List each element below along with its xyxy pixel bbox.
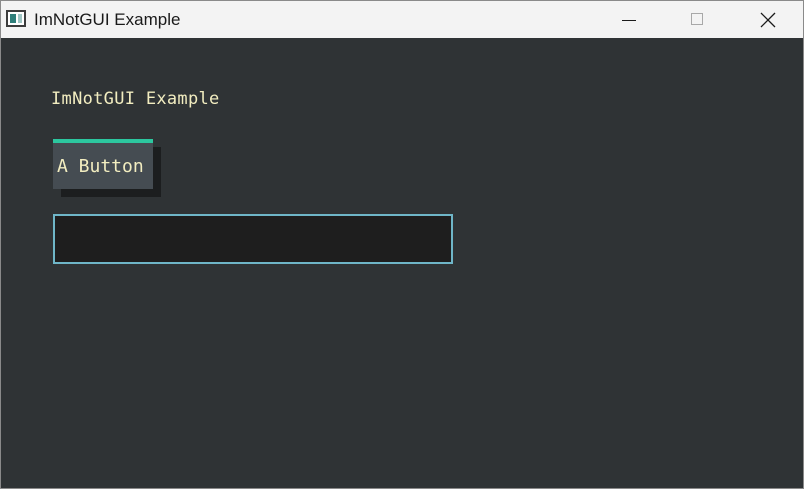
app-window-icon [6, 10, 26, 27]
main-content: ImNotGUI Example A Button [1, 38, 803, 488]
close-icon [760, 12, 776, 28]
app-window: ImNotGUI Example ImNotGUI Example A Butt… [0, 0, 804, 489]
text-input-field[interactable] [53, 214, 453, 264]
minimize-icon [622, 20, 636, 21]
maximize-button[interactable] [663, 1, 731, 38]
page-heading: ImNotGUI Example [51, 89, 220, 109]
window-title: ImNotGUI Example [34, 10, 181, 29]
title-bar[interactable]: ImNotGUI Example [1, 1, 803, 38]
a-button[interactable]: A Button [53, 143, 153, 189]
close-button[interactable] [734, 1, 802, 38]
minimize-button[interactable] [595, 1, 663, 38]
maximize-icon [691, 13, 703, 25]
a-button-label: A Button [57, 156, 144, 177]
